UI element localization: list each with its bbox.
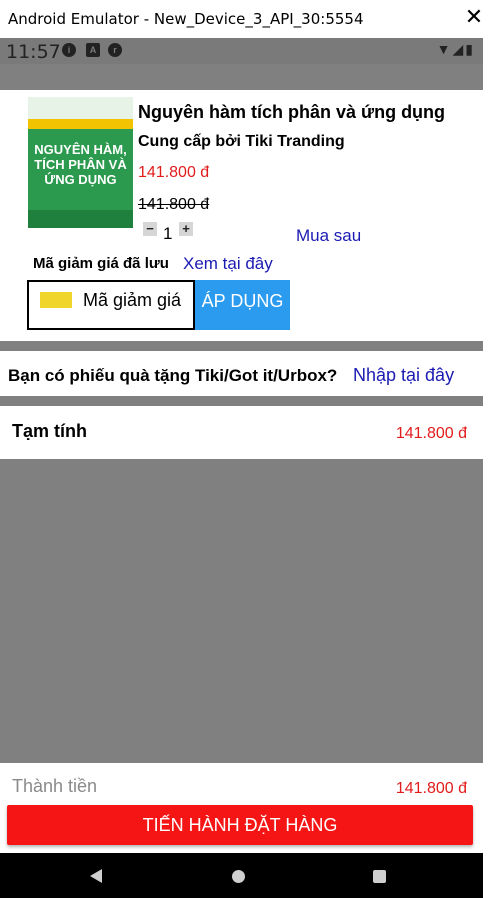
gift-voucher-link[interactable]: Nhập tại đây <box>353 365 454 386</box>
place-order-button[interactable]: TIẾN HÀNH ĐẶT HÀNG <box>7 805 473 845</box>
quantity-minus-button[interactable]: − <box>143 222 157 236</box>
view-coupons-link[interactable]: Xem tại đây <box>183 254 273 274</box>
coupon-icon <box>40 292 72 308</box>
buy-later-link[interactable]: Mua sau <box>296 226 361 246</box>
apply-coupon-label: ÁP DỤNG <box>201 291 284 311</box>
product-title[interactable]: Nguyên hàm tích phân và ứng dụng <box>138 102 445 123</box>
book-cover-image[interactable]: NGUYÊN HÀM, TÍCH PHÂN VÀ ỨNG DỤNG <box>28 97 133 228</box>
subtotal-label: Tạm tính <box>12 421 87 441</box>
apply-coupon-button[interactable]: ÁP DỤNG <box>195 280 290 330</box>
emulator-titlebar: Android Emulator - New_Device_3_API_30:5… <box>0 0 491 38</box>
recents-icon[interactable] <box>373 870 386 883</box>
coupon-field[interactable] <box>27 280 195 330</box>
close-icon[interactable]: ✕ <box>459 2 489 32</box>
book-cover-strip <box>28 119 133 129</box>
status-bar: 11:57 i A r ▼◢▮ <box>0 38 483 64</box>
info-icon: i <box>62 43 76 57</box>
quantity-value: 1 <box>163 224 173 243</box>
checkout-footer: Thành tiền 141.800 đ TIẾN HÀNH ĐẶT HÀNG <box>0 763 483 853</box>
total-value: 141.800 đ <box>395 780 467 797</box>
gift-voucher-row: Bạn có phiếu quà tặng Tiki/Got it/Urbox?… <box>0 351 483 396</box>
wifi-icon: ▼◢▮ <box>436 41 475 57</box>
book-cover-title: NGUYÊN HÀM, TÍCH PHÂN VÀ ỨNG DỤNG <box>34 142 127 187</box>
seller-name: Cung cấp bởi Tiki Tranding <box>138 133 345 150</box>
product-card: NGUYÊN HÀM, TÍCH PHÂN VÀ ỨNG DỤNG Nguyên… <box>0 90 483 341</box>
book-cover-footer <box>28 210 133 228</box>
quantity-plus-button[interactable]: + <box>179 222 193 236</box>
status-time: 11:57 <box>6 41 61 63</box>
a-icon: A <box>86 43 100 57</box>
subtotal-row: Tạm tính 141.800 đ <box>0 406 483 459</box>
gift-voucher-question: Bạn có phiếu quà tặng Tiki/Got it/Urbox? <box>8 366 338 385</box>
product-old-price: 141.800 đ <box>138 196 210 213</box>
total-label: Thành tiền <box>12 776 98 796</box>
app-icon: r <box>108 43 122 57</box>
product-price: 141.800 đ <box>138 164 210 181</box>
window-title: Android Emulator - New_Device_3_API_30:5… <box>8 10 364 28</box>
home-icon[interactable] <box>232 870 245 883</box>
coupon-input[interactable] <box>83 290 189 311</box>
book-cover-header <box>28 97 133 119</box>
back-icon[interactable] <box>90 869 102 883</box>
window-edge <box>483 38 491 898</box>
subtotal-value: 141.800 đ <box>395 425 467 442</box>
android-nav-bar <box>0 853 483 898</box>
header-gap <box>0 64 483 90</box>
saved-coupon-label: Mã giảm giá đã lưu <box>33 255 169 272</box>
